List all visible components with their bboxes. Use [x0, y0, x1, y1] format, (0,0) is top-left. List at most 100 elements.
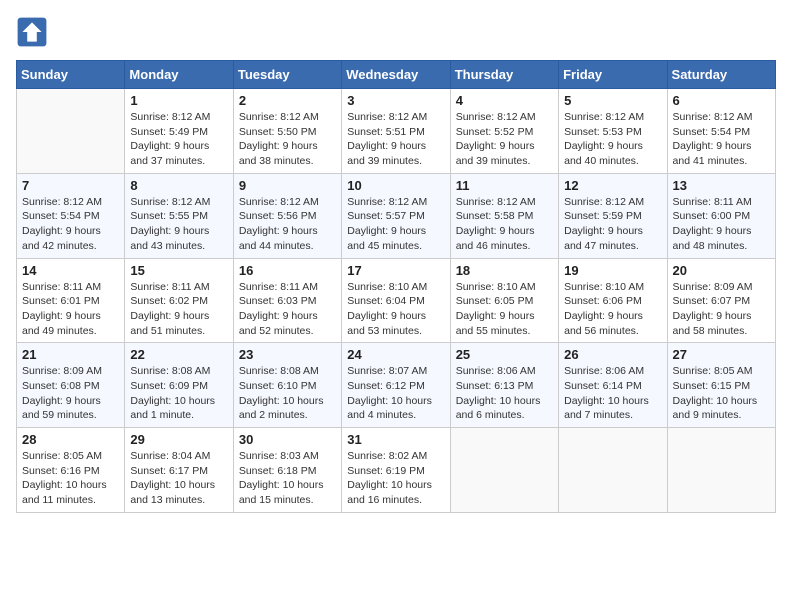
day-number: 22	[130, 347, 227, 362]
day-number: 23	[239, 347, 336, 362]
day-cell: 8 Sunrise: 8:12 AM Sunset: 5:55 PM Daylig…	[125, 173, 233, 258]
day-info: Sunrise: 8:12 AM Sunset: 5:54 PM Dayligh…	[673, 110, 770, 169]
day-info: Sunrise: 8:12 AM Sunset: 5:49 PM Dayligh…	[130, 110, 227, 169]
day-info: Sunrise: 8:04 AM Sunset: 6:17 PM Dayligh…	[130, 449, 227, 508]
day-info: Sunrise: 8:08 AM Sunset: 6:10 PM Dayligh…	[239, 364, 336, 423]
day-number: 19	[564, 263, 661, 278]
day-number: 20	[673, 263, 770, 278]
day-info: Sunrise: 8:11 AM Sunset: 6:00 PM Dayligh…	[673, 195, 770, 254]
day-cell: 3Sunrise: 8:12 AM Sunset: 5:51 PM Daylig…	[342, 89, 450, 174]
day-info: Sunrise: 8:12 AM Sunset: 5:54 PM Dayligh…	[22, 195, 119, 254]
day-info: Sunrise: 8:02 AM Sunset: 6:19 PM Dayligh…	[347, 449, 444, 508]
column-header-wednesday: Wednesday	[342, 61, 450, 89]
column-header-tuesday: Tuesday	[233, 61, 341, 89]
day-cell: 10Sunrise: 8:12 AM Sunset: 5:57 PM Dayli…	[342, 173, 450, 258]
day-info: Sunrise: 8:10 AM Sunset: 6:05 PM Dayligh…	[456, 280, 553, 339]
day-cell: 7 Sunrise: 8:12 AM Sunset: 5:54 PM Daylig…	[17, 173, 125, 258]
day-info: Sunrise: 8:10 AM Sunset: 6:04 PM Dayligh…	[347, 280, 444, 339]
day-info: Sunrise: 8:11 AM Sunset: 6:01 PM Dayligh…	[22, 280, 119, 339]
day-cell: 16 Sunrise: 8:11 AM Sunset: 6:03 PM Dayli…	[233, 258, 341, 343]
day-info: Sunrise: 8:08 AM Sunset: 6:09 PM Dayligh…	[130, 364, 227, 423]
day-info: Sunrise: 8:10 AM Sunset: 6:06 PM Dayligh…	[564, 280, 661, 339]
day-cell: 28 Sunrise: 8:05 AM Sunset: 6:16 PM Dayli…	[17, 428, 125, 513]
column-header-thursday: Thursday	[450, 61, 558, 89]
day-cell: 17 Sunrise: 8:10 AM Sunset: 6:04 PM Dayli…	[342, 258, 450, 343]
day-number: 8	[130, 178, 227, 193]
day-number: 24	[347, 347, 444, 362]
day-number: 15	[130, 263, 227, 278]
day-number: 17	[347, 263, 444, 278]
day-cell: 23 Sunrise: 8:08 AM Sunset: 6:10 PM Dayli…	[233, 343, 341, 428]
day-info: Sunrise: 8:12 AM Sunset: 5:59 PM Dayligh…	[564, 195, 661, 254]
day-number: 4	[456, 93, 553, 108]
day-info: Sunrise: 8:12 AM Sunset: 5:50 PM Dayligh…	[239, 110, 336, 169]
day-cell: 11Sunrise: 8:12 AM Sunset: 5:58 PM Dayli…	[450, 173, 558, 258]
day-cell: 27 Sunrise: 8:05 AM Sunset: 6:15 PM Dayli…	[667, 343, 775, 428]
day-info: Sunrise: 8:06 AM Sunset: 6:13 PM Dayligh…	[456, 364, 553, 423]
day-info: Sunrise: 8:05 AM Sunset: 6:16 PM Dayligh…	[22, 449, 119, 508]
day-info: Sunrise: 8:07 AM Sunset: 6:12 PM Dayligh…	[347, 364, 444, 423]
day-number: 30	[239, 432, 336, 447]
day-cell: 24 Sunrise: 8:07 AM Sunset: 6:12 PM Dayli…	[342, 343, 450, 428]
calendar-header-row: SundayMondayTuesdayWednesdayThursdayFrid…	[17, 61, 776, 89]
day-number: 6	[673, 93, 770, 108]
day-number: 14	[22, 263, 119, 278]
column-header-friday: Friday	[559, 61, 667, 89]
day-number: 2	[239, 93, 336, 108]
day-number: 28	[22, 432, 119, 447]
day-info: Sunrise: 8:03 AM Sunset: 6:18 PM Dayligh…	[239, 449, 336, 508]
day-info: Sunrise: 8:11 AM Sunset: 6:02 PM Dayligh…	[130, 280, 227, 339]
day-cell: 19 Sunrise: 8:10 AM Sunset: 6:06 PM Dayli…	[559, 258, 667, 343]
day-cell: 4 Sunrise: 8:12 AM Sunset: 5:52 PM Daylig…	[450, 89, 558, 174]
day-cell: 14 Sunrise: 8:11 AM Sunset: 6:01 PM Dayli…	[17, 258, 125, 343]
day-info: Sunrise: 8:05 AM Sunset: 6:15 PM Dayligh…	[673, 364, 770, 423]
day-info: Sunrise: 8:09 AM Sunset: 6:08 PM Dayligh…	[22, 364, 119, 423]
column-header-sunday: Sunday	[17, 61, 125, 89]
day-cell: 21 Sunrise: 8:09 AM Sunset: 6:08 PM Dayli…	[17, 343, 125, 428]
week-row-3: 14 Sunrise: 8:11 AM Sunset: 6:01 PM Dayli…	[17, 258, 776, 343]
day-number: 25	[456, 347, 553, 362]
day-number: 21	[22, 347, 119, 362]
day-cell: 31 Sunrise: 8:02 AM Sunset: 6:19 PM Dayli…	[342, 428, 450, 513]
day-cell: 20 Sunrise: 8:09 AM Sunset: 6:07 PM Dayli…	[667, 258, 775, 343]
day-number: 31	[347, 432, 444, 447]
day-info: Sunrise: 8:12 AM Sunset: 5:55 PM Dayligh…	[130, 195, 227, 254]
day-number: 29	[130, 432, 227, 447]
day-cell: 22 Sunrise: 8:08 AM Sunset: 6:09 PM Dayli…	[125, 343, 233, 428]
day-info: Sunrise: 8:06 AM Sunset: 6:14 PM Dayligh…	[564, 364, 661, 423]
day-cell: 18Sunrise: 8:10 AM Sunset: 6:05 PM Dayli…	[450, 258, 558, 343]
day-cell	[450, 428, 558, 513]
day-number: 26	[564, 347, 661, 362]
day-number: 1	[130, 93, 227, 108]
day-info: Sunrise: 8:09 AM Sunset: 6:07 PM Dayligh…	[673, 280, 770, 339]
day-number: 13	[673, 178, 770, 193]
day-info: Sunrise: 8:11 AM Sunset: 6:03 PM Dayligh…	[239, 280, 336, 339]
week-row-1: 1 Sunrise: 8:12 AM Sunset: 5:49 PM Daylig…	[17, 89, 776, 174]
day-number: 9	[239, 178, 336, 193]
day-cell: 9 Sunrise: 8:12 AM Sunset: 5:56 PM Daylig…	[233, 173, 341, 258]
day-number: 27	[673, 347, 770, 362]
day-cell: 30 Sunrise: 8:03 AM Sunset: 6:18 PM Dayli…	[233, 428, 341, 513]
day-info: Sunrise: 8:12 AM Sunset: 5:53 PM Dayligh…	[564, 110, 661, 169]
day-cell: 5 Sunrise: 8:12 AM Sunset: 5:53 PM Daylig…	[559, 89, 667, 174]
day-number: 7	[22, 178, 119, 193]
day-cell: 1 Sunrise: 8:12 AM Sunset: 5:49 PM Daylig…	[125, 89, 233, 174]
day-info: Sunrise: 8:12 AM Sunset: 5:52 PM Dayligh…	[456, 110, 553, 169]
logo-icon	[16, 16, 48, 48]
day-cell	[17, 89, 125, 174]
day-cell: 13 Sunrise: 8:11 AM Sunset: 6:00 PM Dayli…	[667, 173, 775, 258]
day-number: 5	[564, 93, 661, 108]
column-header-saturday: Saturday	[667, 61, 775, 89]
day-number: 16	[239, 263, 336, 278]
week-row-4: 21 Sunrise: 8:09 AM Sunset: 6:08 PM Dayli…	[17, 343, 776, 428]
day-info: Sunrise: 8:12 AM Sunset: 5:57 PM Dayligh…	[347, 195, 444, 254]
week-row-2: 7 Sunrise: 8:12 AM Sunset: 5:54 PM Daylig…	[17, 173, 776, 258]
day-cell: 15 Sunrise: 8:11 AM Sunset: 6:02 PM Dayli…	[125, 258, 233, 343]
day-cell	[559, 428, 667, 513]
day-info: Sunrise: 8:12 AM Sunset: 5:56 PM Dayligh…	[239, 195, 336, 254]
day-info: Sunrise: 8:12 AM Sunset: 5:51 PM Dayligh…	[347, 110, 444, 169]
day-info: Sunrise: 8:12 AM Sunset: 5:58 PM Dayligh…	[456, 195, 553, 254]
day-number: 12	[564, 178, 661, 193]
day-cell	[667, 428, 775, 513]
page-header	[16, 16, 776, 48]
